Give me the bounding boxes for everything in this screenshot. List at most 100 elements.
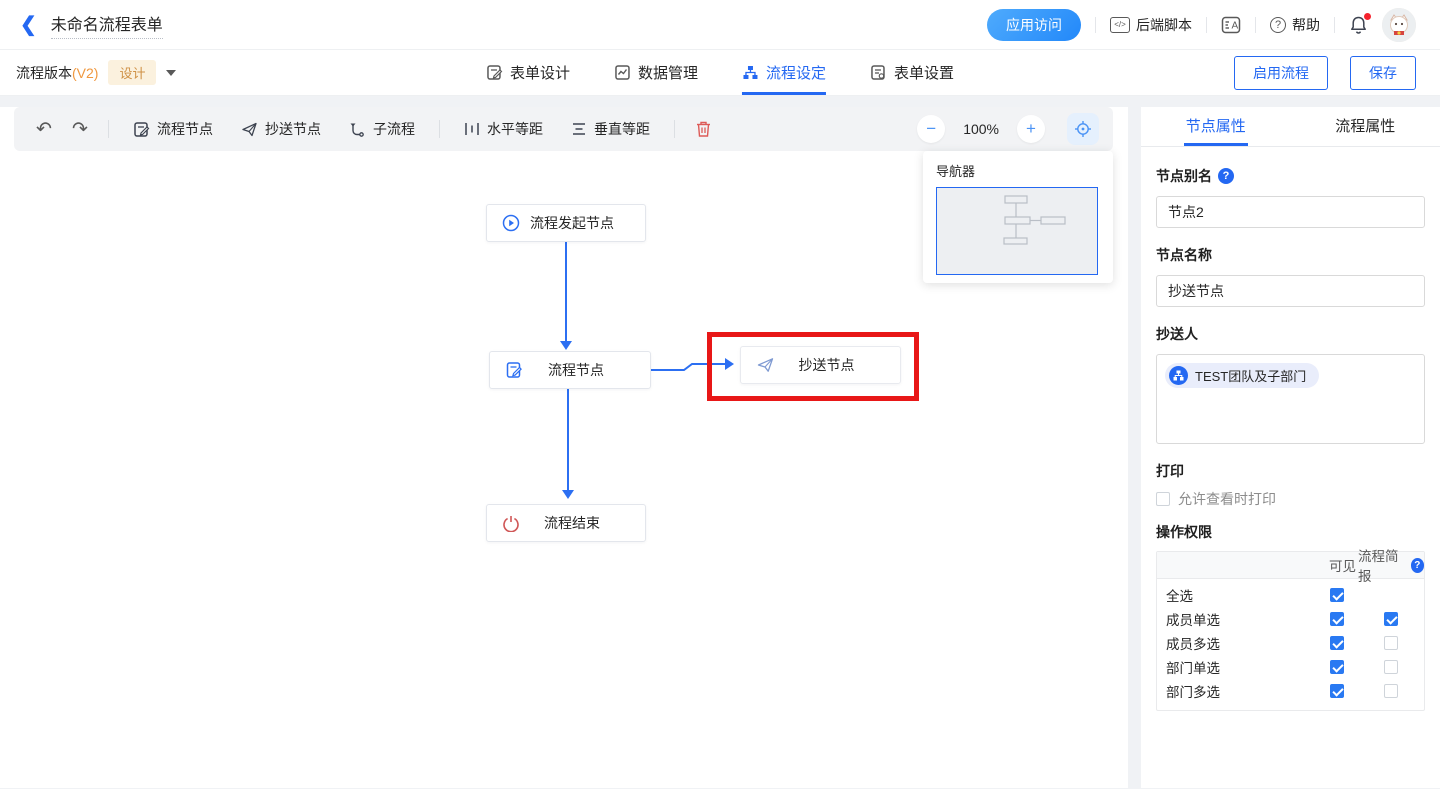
zoom-in-button[interactable]: +	[1017, 115, 1045, 143]
divider	[439, 120, 440, 138]
col-briefing-header: 流程简报	[1358, 545, 1407, 585]
cc-recipients-label: 抄送人	[1156, 324, 1198, 344]
paper-plane-icon	[241, 121, 258, 138]
node-name-input[interactable]	[1156, 275, 1425, 307]
add-flow-node-button[interactable]: 流程节点	[123, 114, 223, 144]
undo-button[interactable]: ↶	[30, 115, 58, 143]
form-design-icon	[486, 64, 503, 81]
vertical-spacing-button[interactable]: 垂直等距	[561, 114, 660, 144]
briefing-checkbox[interactable]	[1384, 660, 1398, 674]
enable-flow-button[interactable]: 启用流程	[1234, 56, 1328, 90]
divider	[1334, 17, 1335, 33]
subflow-icon	[349, 121, 366, 138]
permission-row: 部门单选	[1157, 655, 1424, 679]
play-circle-icon	[502, 214, 520, 232]
node-flow-step[interactable]: 流程节点	[489, 351, 651, 389]
divider	[1095, 17, 1096, 33]
app-access-button[interactable]: 应用访问	[987, 9, 1081, 41]
notification-bell-icon[interactable]	[1349, 15, 1368, 35]
paper-plane-icon	[756, 356, 775, 374]
back-icon[interactable]: ❮	[20, 15, 37, 35]
locate-button[interactable]	[1067, 113, 1099, 145]
navigator-panel: 导航器	[923, 151, 1113, 283]
trash-icon	[695, 120, 712, 138]
node-name-label: 节点名称	[1156, 245, 1212, 265]
tab-node-properties[interactable]: 节点属性	[1141, 107, 1291, 146]
help-button[interactable]: ? 帮助	[1270, 15, 1320, 35]
design-badge: 设计	[108, 60, 156, 85]
avatar[interactable]	[1382, 8, 1416, 42]
allow-print-option[interactable]: 允许查看时打印	[1156, 489, 1425, 509]
node-alias-label: 节点别名	[1156, 166, 1212, 186]
zoom-out-button[interactable]: −	[917, 115, 945, 143]
col-visible-header: 可见	[1316, 555, 1358, 575]
recipient-tag[interactable]: TEST团队及子部门	[1165, 363, 1319, 388]
translate-icon: A	[1221, 16, 1241, 34]
visible-checkbox[interactable]	[1330, 636, 1344, 650]
backend-script-button[interactable]: </> 后端脚本	[1110, 15, 1192, 35]
properties-tabs: 节点属性 流程属性	[1141, 107, 1440, 147]
data-chart-icon	[614, 64, 631, 81]
tab-flow-properties[interactable]: 流程属性	[1291, 107, 1440, 146]
permissions-header: 可见 流程简报 ?	[1157, 552, 1424, 579]
flow-node-icon	[133, 121, 150, 138]
node-cc[interactable]: 抄送节点	[740, 346, 901, 384]
divider	[1206, 17, 1207, 33]
save-button[interactable]: 保存	[1350, 56, 1416, 90]
page-title[interactable]: 未命名流程表单	[51, 11, 163, 39]
permission-row: 成员单选	[1157, 607, 1424, 631]
horizontal-spacing-icon	[464, 121, 480, 137]
code-icon: </>	[1110, 17, 1130, 33]
power-icon	[502, 514, 520, 532]
node-flow-end[interactable]: 流程结束	[486, 504, 646, 542]
tab-data-management[interactable]: 数据管理	[614, 50, 698, 95]
notification-dot	[1364, 13, 1371, 20]
permissions-label: 操作权限	[1156, 522, 1212, 542]
vertical-spacing-icon	[571, 121, 587, 137]
divider	[674, 120, 675, 138]
add-cc-node-button[interactable]: 抄送节点	[231, 114, 331, 144]
visible-checkbox[interactable]	[1330, 588, 1344, 602]
tab-flow-settings[interactable]: 流程设定	[742, 50, 826, 95]
navigator-minimap[interactable]	[936, 187, 1098, 275]
cc-recipients-field[interactable]: TEST团队及子部门	[1156, 354, 1425, 444]
briefing-checkbox[interactable]	[1384, 684, 1398, 698]
horizontal-spacing-button[interactable]: 水平等距	[454, 114, 553, 144]
visible-checkbox[interactable]	[1330, 612, 1344, 626]
briefing-checkbox[interactable]	[1384, 612, 1398, 626]
help-icon[interactable]: ?	[1411, 558, 1424, 573]
zoom-level: 100%	[963, 121, 999, 137]
allow-print-checkbox[interactable]	[1156, 492, 1170, 506]
visible-checkbox[interactable]	[1330, 660, 1344, 674]
permission-row: 部门多选	[1157, 679, 1424, 703]
briefing-checkbox[interactable]	[1384, 636, 1398, 650]
redo-button[interactable]: ↷	[66, 115, 94, 143]
tab-form-settings[interactable]: 表单设置	[870, 50, 954, 95]
properties-panel: 节点属性 流程属性 节点别名 ? 节点名称 抄送人	[1141, 107, 1440, 788]
crosshair-icon	[1074, 120, 1092, 138]
divider	[1255, 17, 1256, 33]
node-alias-input[interactable]	[1156, 196, 1425, 228]
version-label: 流程版本(V2)	[16, 63, 98, 83]
org-icon	[1169, 366, 1188, 385]
flow-icon	[742, 64, 759, 81]
tab-form-design[interactable]: 表单设计	[486, 50, 570, 95]
language-button[interactable]: A	[1221, 16, 1241, 34]
print-label: 打印	[1156, 461, 1184, 481]
sub-header: 流程版本(V2) 设计 表单设计 数据管理	[0, 50, 1440, 96]
question-icon: ?	[1270, 17, 1286, 33]
help-icon[interactable]: ?	[1218, 168, 1234, 184]
node-flow-start[interactable]: 流程发起节点	[486, 204, 646, 242]
add-subflow-button[interactable]: 子流程	[339, 114, 425, 144]
permissions-table: 可见 流程简报 ? 全选 成员单选	[1156, 551, 1425, 711]
flow-canvas: ↶ ↷ 流程节点 抄送节点	[0, 107, 1128, 788]
chevron-down-icon[interactable]	[166, 70, 176, 76]
visible-checkbox[interactable]	[1330, 684, 1344, 698]
navigator-title: 导航器	[936, 161, 1100, 180]
main-tabs: 表单设计 数据管理 流程设定 表单设置	[486, 50, 954, 95]
version-number: (V2)	[72, 65, 98, 81]
delete-node-button[interactable]	[689, 115, 717, 143]
divider	[108, 120, 109, 138]
canvas-toolbar: ↶ ↷ 流程节点 抄送节点	[14, 107, 1113, 151]
edit-doc-icon	[505, 361, 523, 379]
